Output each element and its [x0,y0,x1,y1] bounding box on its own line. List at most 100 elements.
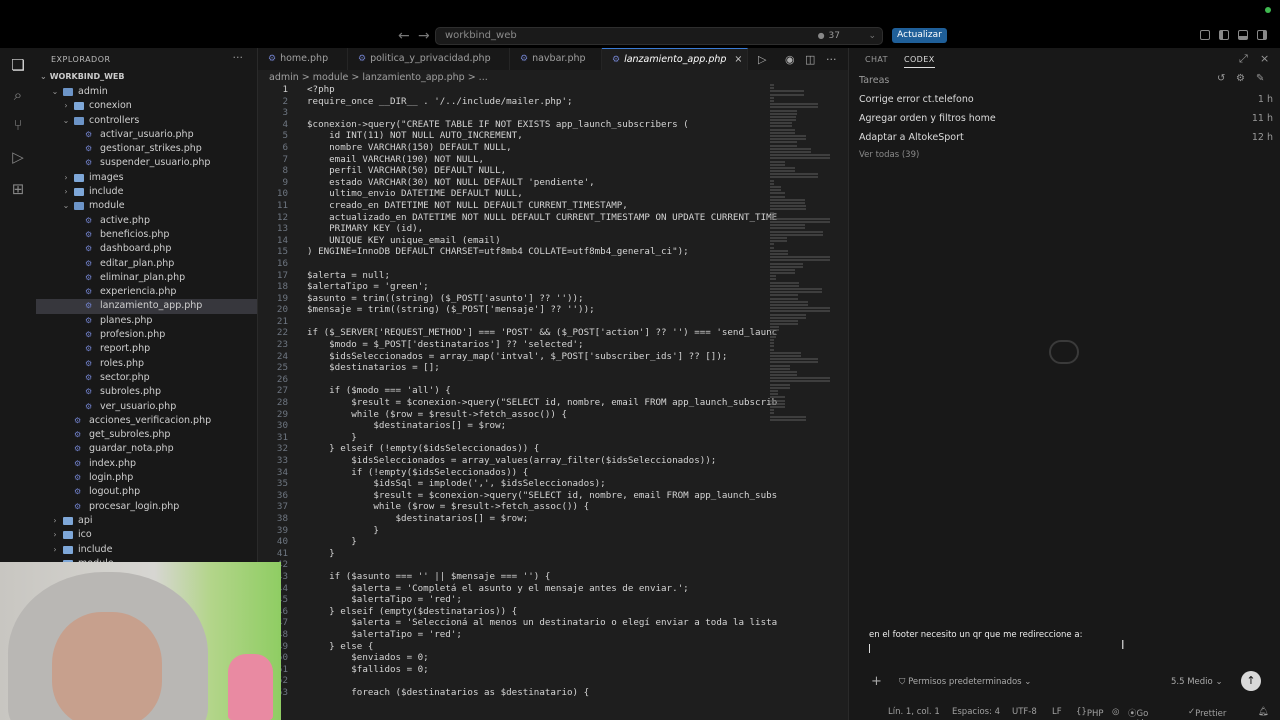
tab-navbar[interactable]: ⚙ navbar.php [510,48,602,70]
code-line[interactable]: 42 [258,559,770,571]
tree-folder[interactable]: › api [36,514,257,528]
tab-codex[interactable]: CODEX [904,55,935,68]
code-line[interactable]: 7 email VARCHAR(190) NOT NULL, [258,154,770,166]
notifications-icon[interactable]: 🔔︎ [1258,707,1269,717]
code-line[interactable]: 23 $modo = $_POST['destinatarios'] ?? 's… [258,339,770,351]
chevron-down-icon[interactable]: ⌄ [51,85,59,99]
tree-file[interactable]: ⚙ active.php [36,214,257,228]
search-icon[interactable]: ⌕ [9,86,27,104]
code-line[interactable]: 30 $destinatarios[] = $row; [258,420,770,432]
command-center-search[interactable]: workbind_web 37 ⌄ [435,27,883,45]
tree-file[interactable]: ⚙ gestionar_strikes.php [36,142,257,156]
code-line[interactable]: 52 [258,675,770,687]
close-icon[interactable]: × [1260,52,1269,65]
code-line[interactable]: 20 $mensaje = trim((string) ($_POST['mens… [258,304,770,316]
tree-folder[interactable]: › conexion [36,99,257,113]
more-actions-icon[interactable]: ··· [826,53,837,66]
tree-file[interactable]: ⚙ procesar_login.php [36,500,257,514]
copilot-status-icon[interactable]: ◎ [1112,707,1119,717]
tree-file[interactable]: ⚙ suspender_usuario.php [36,156,257,170]
tree-file[interactable]: ⚙ login.php [36,471,257,485]
toggle-panel-icon[interactable] [1238,30,1248,40]
code-line[interactable]: 4 $conexion->query("CREATE TABLE IF NOT E… [258,119,770,131]
code-line[interactable]: 31 } [258,432,770,444]
workspace-root[interactable]: ⌄ WORKBIND_WEB [40,72,124,81]
tab-chat[interactable]: CHAT [865,55,888,64]
run-icon[interactable]: ▷ [758,53,766,66]
code-line[interactable]: 15) ENGINE=InnoDB DEFAULT CHARSET=utf8mb… [258,246,770,258]
tree-file[interactable]: ⚙ beneficios.php [36,228,257,242]
code-line[interactable]: 18 $alertaTipo = 'green'; [258,281,770,293]
chevron-down-icon[interactable]: ⌄ [62,114,70,128]
code-line[interactable]: 53 foreach ($destinatarios as $destinata… [258,687,770,699]
tree-file[interactable]: ⚙ report.php [36,342,257,356]
tree-file[interactable]: ⚙ logout.php [36,485,257,499]
code-line[interactable]: 17 $alerta = null; [258,270,770,282]
code-line[interactable]: 22 if ($_SERVER['REQUEST_METHOD'] === 'PO… [258,327,777,339]
chevron-down-icon[interactable]: ⌄ [62,199,70,213]
code-line[interactable]: 38 $destinatarios[] = $row; [258,513,770,525]
extensions-icon[interactable]: ⊞ [9,180,27,198]
code-line[interactable]: 25 $destinatarios = []; [258,362,770,374]
code-line[interactable]: 39 } [258,525,770,537]
code-line[interactable]: 46 } elseif (empty($destinatarios)) { [258,606,770,618]
settings-icon[interactable]: ⚙ [1236,73,1245,84]
code-line[interactable]: 48 $alertaTipo = 'red'; [258,629,770,641]
tree-file[interactable]: ⚙ experiencia.php [36,285,257,299]
code-line[interactable]: 1 <?php [258,84,770,96]
prettier-status[interactable]: ✓ Prettier [1188,707,1226,719]
code-line[interactable]: 37 while ($row = $result->fetch_assoc())… [258,501,770,513]
code-line[interactable]: 8 perfil VARCHAR(50) DEFAULT NULL, [258,165,770,177]
layout-panel-icon[interactable] [1200,30,1210,40]
code-line[interactable]: 32 } elseif (!empty($idsSeleccionados)) … [258,443,770,455]
language-mode[interactable]: {} PHP [1076,707,1103,719]
code-line[interactable]: 19 $asunto = trim((string) ($_POST['asunt… [258,293,770,305]
back-arrow-icon[interactable]: ← [398,28,410,44]
minimap[interactable] [770,84,836,421]
history-icon[interactable]: ↺ [1217,73,1225,84]
tab-politica[interactable]: ⚙ politica_y_privacidad.php [348,48,510,70]
code-line[interactable]: 14 UNIQUE KEY unique_email (email) [258,235,770,247]
cursor-position[interactable]: Lín. 1, col. 1 [888,707,940,717]
task-item[interactable]: Agregar orden y filtros home 11 h [859,113,1273,124]
code-line[interactable]: 10 ultimo_envio DATETIME DEFAULT NULL, [258,188,770,200]
chevron-right-icon[interactable]: › [51,514,59,528]
code-line[interactable]: 44 $alerta = 'Completá el asunto y el me… [258,583,770,595]
code-line[interactable]: 47 $alerta = 'Seleccioná al menos un des… [258,617,777,629]
chevron-right-icon[interactable]: › [62,171,70,185]
code-line[interactable]: 43 if ($asunto === '' || $mensaje === ''… [258,571,770,583]
source-control-icon[interactable]: ⑂ [9,116,27,134]
code-line[interactable]: 41 } [258,548,770,560]
tree-file[interactable]: ⚙ roles.php [36,357,257,371]
tree-folder[interactable]: ⌄ module [36,199,257,213]
task-item[interactable]: Corrige error ct.telefono 1 h [859,94,1273,105]
chevron-right-icon[interactable]: › [51,528,59,542]
tree-file[interactable]: ⚙ dashboard.php [36,242,257,256]
tab-lanzamiento[interactable]: ⚙ lanzamiento_app.php × [602,48,748,70]
forward-arrow-icon[interactable]: → [418,28,430,44]
code-line[interactable]: 16 [258,258,770,270]
split-editor-icon[interactable]: ◫ [805,53,815,66]
encoding[interactable]: UTF-8 [1012,707,1037,717]
chevron-right-icon[interactable]: › [51,543,59,557]
code-line[interactable]: 12 actualizado_en DATETIME NOT NULL DEFA… [258,212,777,224]
code-line[interactable]: 24 $idsSeleccionados = array_map('intval… [258,351,770,363]
tree-folder[interactable]: ⌄ admin [36,85,257,99]
code-line[interactable]: 36 $result = $conexion->query("SELECT id… [258,490,777,502]
code-line[interactable]: 34 if (!empty($idsSeleccionados)) { [258,467,770,479]
code-line[interactable]: 26 [258,374,770,386]
run-debug-icon[interactable]: ▷ [9,148,27,166]
tree-folder[interactable]: › ico [36,528,257,542]
task-item[interactable]: Adaptar a AltokeSport 12 h [859,132,1273,143]
tree-folder[interactable]: › include [36,543,257,557]
code-line[interactable]: 21 [258,316,770,328]
tree-folder[interactable]: › include [36,185,257,199]
toggle-secondary-sidebar-icon[interactable] [1257,30,1267,40]
close-icon[interactable]: × [734,54,742,65]
model-dropdown[interactable]: 5.5 Medio ⌄ [1171,677,1223,687]
tree-file[interactable]: ⚙ index.php [36,457,257,471]
add-context-icon[interactable]: + [871,674,882,689]
tree-file[interactable]: ⚙ acciones_verificacion.php [36,414,257,428]
code-line[interactable]: 13 PRIMARY KEY (id), [258,223,770,235]
code-line[interactable]: 2 require_once __DIR__ . '/../include/mai… [258,96,770,108]
